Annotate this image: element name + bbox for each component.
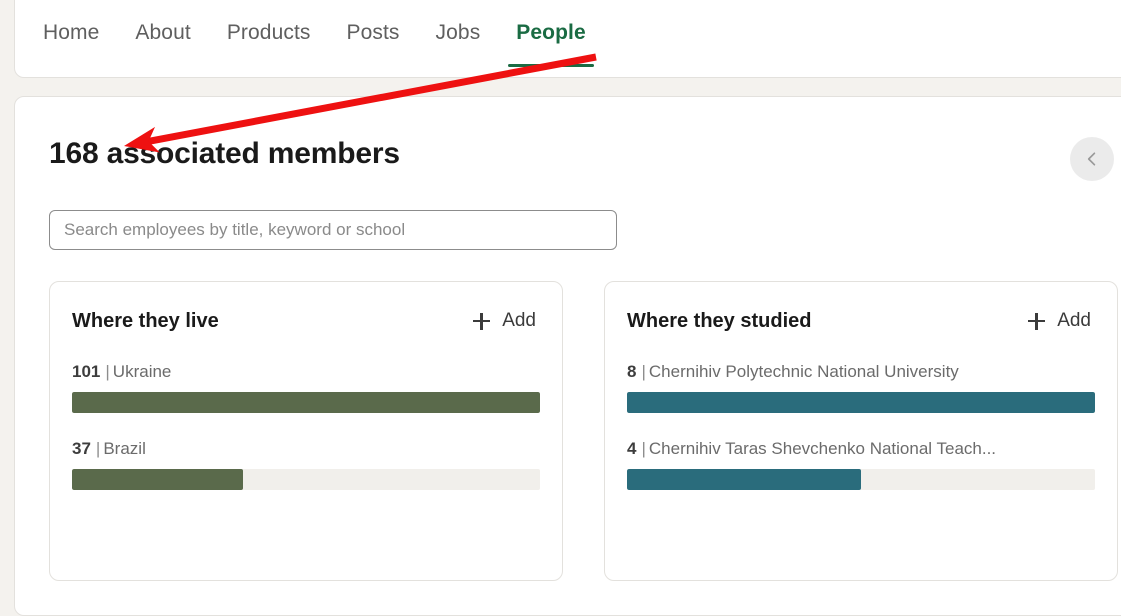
stat-card-where-they-live: Where they live Add 101 | Ukraine 37 | B… <box>49 281 563 581</box>
nav-tab-posts[interactable]: Posts <box>329 17 418 77</box>
stat-row[interactable]: 101 | Ukraine <box>72 362 540 413</box>
plus-icon <box>473 312 491 330</box>
collapse-panel-button[interactable] <box>1070 137 1114 181</box>
add-button-label: Add <box>1057 310 1091 331</box>
main-content-card: 168 associated members Where they live A… <box>14 96 1121 616</box>
stat-bar-track <box>72 392 540 413</box>
stat-row-separator: | <box>105 362 110 381</box>
stat-row-label: 101 | Ukraine <box>72 362 540 382</box>
stat-row[interactable]: 37 | Brazil <box>72 439 540 490</box>
stat-card-title: Where they studied <box>627 309 812 332</box>
stat-bar-fill <box>72 469 244 490</box>
stat-row-name: Chernihiv Polytechnic National Universit… <box>648 362 959 381</box>
page-title: 168 associated members <box>49 137 400 170</box>
add-school-button[interactable]: Add <box>1024 308 1095 334</box>
stat-row-count: 37 <box>72 439 91 458</box>
plus-icon <box>1028 312 1046 330</box>
stat-row-count: 8 <box>627 362 637 381</box>
stat-row-name: Ukraine <box>112 362 172 381</box>
nav-tabs: Home About Products Posts Jobs People <box>15 1 604 79</box>
nav-tab-products[interactable]: Products <box>209 17 329 77</box>
stat-row-name: Chernihiv Taras Shevchenko National Teac… <box>648 439 997 458</box>
stat-bar-track <box>72 469 540 490</box>
stat-row-separator: | <box>95 439 101 458</box>
stat-row-label: 8 | Chernihiv Polytechnic National Univers… <box>627 362 1095 382</box>
stat-bar-fill <box>627 469 861 490</box>
stat-card-where-they-studied: Where they studied Add 8 | Chernihiv Polyt… <box>604 281 1118 581</box>
stat-card-header: Where they live Add <box>72 308 540 334</box>
chevron-left-icon <box>1082 149 1102 169</box>
nav-card: Home About Products Posts Jobs People <box>14 0 1121 78</box>
nav-tab-jobs[interactable]: Jobs <box>418 17 499 77</box>
stat-bar-track <box>627 469 1095 490</box>
stat-bar-track <box>627 392 1095 413</box>
search-input[interactable] <box>49 210 617 250</box>
stat-row-name: Brazil <box>103 439 146 458</box>
nav-tab-about[interactable]: About <box>117 17 208 77</box>
stat-bar-fill <box>627 392 1095 413</box>
nav-tab-home[interactable]: Home <box>25 17 117 77</box>
stat-cards-row: Where they live Add 101 | Ukraine 37 | B… <box>49 281 1121 581</box>
add-location-button[interactable]: Add <box>469 308 540 334</box>
stat-row-count: 4 <box>627 439 637 458</box>
people-page: Home About Products Posts Jobs People 16… <box>0 0 1121 616</box>
add-button-label: Add <box>502 310 536 331</box>
stat-card-header: Where they studied Add <box>627 308 1095 334</box>
stat-row[interactable]: 8 | Chernihiv Polytechnic National Univers… <box>627 362 1095 413</box>
stat-bar-fill <box>72 392 540 413</box>
stat-row-count: 101 <box>72 362 101 381</box>
stat-row[interactable]: 4 | Chernihiv Taras Shevchenko National Te… <box>627 439 1095 490</box>
stat-row-separator: | <box>641 362 646 381</box>
stat-row-label: 37 | Brazil <box>72 439 540 459</box>
stat-row-label: 4 | Chernihiv Taras Shevchenko National Te… <box>627 439 1095 459</box>
stat-card-title: Where they live <box>72 309 219 332</box>
stat-row-separator: | <box>641 439 646 458</box>
nav-tab-people[interactable]: People <box>498 17 603 77</box>
